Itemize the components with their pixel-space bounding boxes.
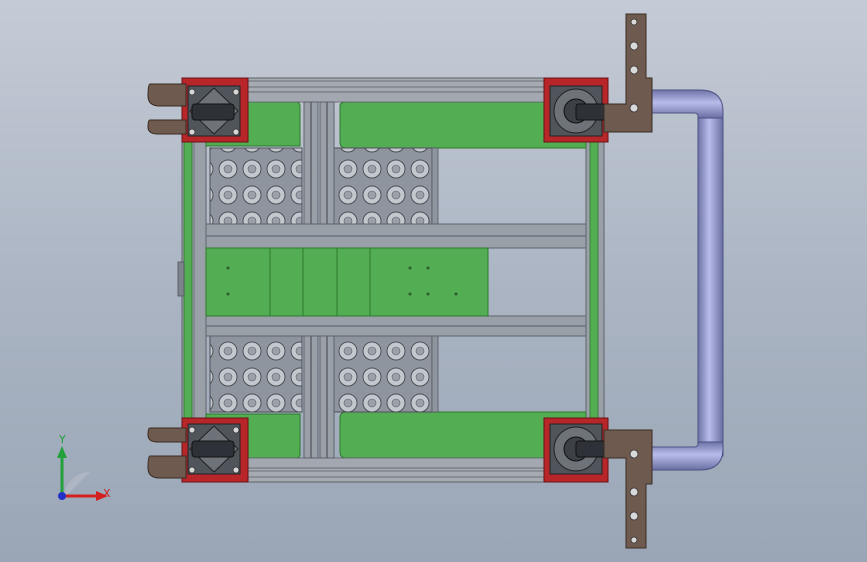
y-axis-label: Y xyxy=(59,433,66,446)
handle-brackets xyxy=(603,13,653,549)
top-deck-panels xyxy=(205,91,587,149)
z-axis-origin xyxy=(58,492,66,500)
cad-viewport[interactable]: X Y xyxy=(0,0,867,562)
y-axis-arrow xyxy=(57,446,67,458)
x-axis-label: X xyxy=(103,487,111,500)
handle-vertical-tube xyxy=(697,111,724,457)
coordinate-triad-icon: X Y xyxy=(40,434,120,510)
middle-deck-panel xyxy=(205,247,489,317)
push-handle xyxy=(639,89,724,471)
cart-frame-top-view xyxy=(147,13,724,549)
bottom-deck-panels xyxy=(205,411,587,469)
